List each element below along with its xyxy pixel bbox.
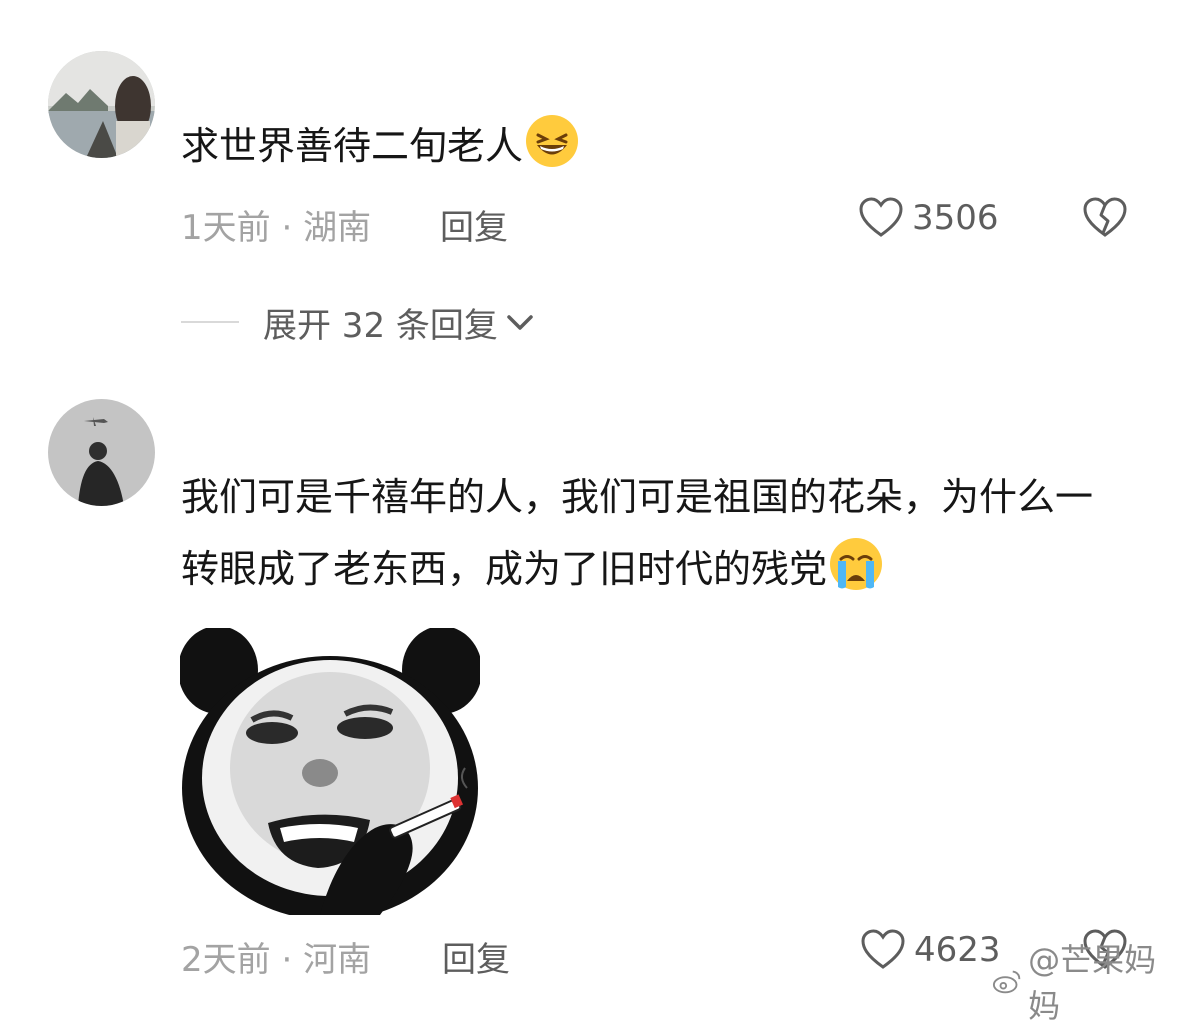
comment-meta: 2天前 · 河南: [181, 940, 372, 980]
like-button[interactable]: 4623: [860, 927, 1001, 973]
reply-button[interactable]: 回复: [440, 200, 508, 249]
panda-meme-sticker[interactable]: [180, 628, 480, 915]
comment-text: 求世界善待二旬老人: [181, 110, 1121, 182]
weibo-watermark: @芒果妈妈: [992, 935, 1179, 1027]
like-count: 3506: [912, 198, 999, 238]
weibo-logo-icon: [992, 970, 1021, 994]
divider: [181, 321, 239, 323]
comment-text: 我们可是千禧年的人，我们可是祖国的花朵，为什么一转眼成了老东西，成为了旧时代的残…: [181, 475, 1094, 591]
heart-icon: [859, 197, 903, 237]
dislike-broken-heart-icon[interactable]: [1082, 195, 1128, 241]
avatar[interactable]: [48, 399, 155, 506]
reply-button[interactable]: 回复: [442, 932, 510, 981]
crying-face-emoji-icon: [829, 537, 883, 591]
chevron-down-icon: [507, 315, 533, 330]
avatar[interactable]: [48, 51, 155, 158]
like-count: 4623: [914, 930, 1001, 970]
grinning-squint-emoji-icon: [525, 114, 579, 168]
heart-icon: [861, 929, 905, 969]
comment-meta: 1天前 · 湖南: [181, 208, 372, 248]
expand-replies-button[interactable]: 展开 32 条回复: [181, 300, 536, 346]
like-button[interactable]: 3506: [858, 195, 999, 241]
